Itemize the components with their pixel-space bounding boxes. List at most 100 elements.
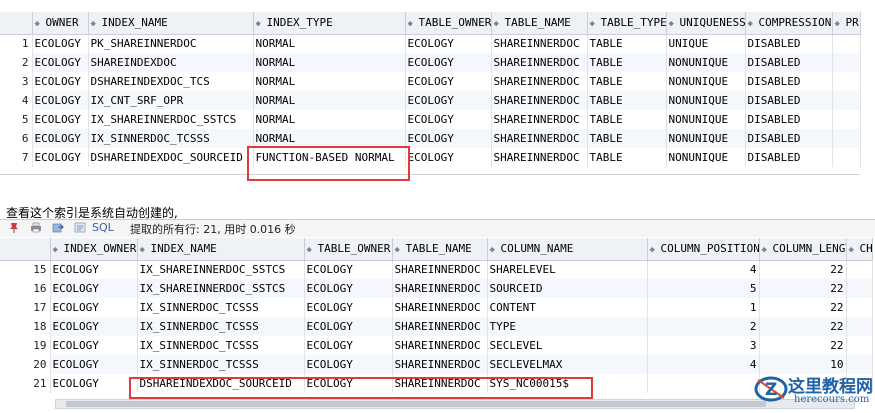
table-cell[interactable]: 5	[647, 279, 760, 298]
table-cell[interactable]: IX_SINNERDOC_TCSSS	[137, 317, 305, 336]
table-cell[interactable]: IX_CNT_SRF_OPR	[88, 91, 254, 110]
table-cell[interactable]: IX_SHAREINNERDOC_SSTCS	[88, 110, 254, 129]
table-cell[interactable]: PK_SHAREINNERDOC	[88, 34, 254, 53]
table-cell[interactable]: SHAREINNERDOC	[392, 298, 488, 317]
column-sort-icon[interactable]: ◆	[91, 19, 99, 29]
table-cell[interactable]	[846, 298, 873, 317]
column-sort-icon[interactable]: ◆	[256, 19, 264, 29]
table-cell[interactable]: NONUNIQUE	[666, 148, 746, 167]
column-header-pr[interactable]: ◆ PR	[832, 12, 861, 35]
column-sort-icon[interactable]: ◆	[395, 245, 403, 255]
table-row[interactable]: 20 ECOLOGY IX_SINNERDOC_TCSSS ECOLOGY SHAREI…	[0, 355, 873, 374]
table-cell[interactable]	[832, 148, 861, 167]
table-cell[interactable]: NORMAL	[253, 91, 406, 110]
table-cell[interactable]: IX_SHAREINNERDOC_SSTCS	[137, 260, 305, 279]
table-cell[interactable]: ECOLOGY	[32, 72, 89, 91]
column-header-table-name[interactable]: ◆ TABLE_NAME	[491, 12, 588, 35]
table-cell[interactable]	[846, 336, 873, 355]
table-cell[interactable]: 22	[759, 298, 847, 317]
table-cell[interactable]: ECOLOGY	[50, 298, 138, 317]
table-cell[interactable]: SHARELEVEL	[487, 260, 648, 279]
table-cell[interactable]: ECOLOGY	[32, 110, 89, 129]
table-cell[interactable]	[832, 129, 861, 148]
table-cell[interactable]: NORMAL	[253, 34, 406, 53]
index-results-grid[interactable]: ◆ OWNER ◆ INDEX_NAME ◆ INDEX_TYPE ◆ TABLE_OWNER…	[0, 12, 861, 167]
table-cell[interactable]: DISABLED	[745, 53, 833, 72]
column-header-owner[interactable]: ◆ OWNER	[32, 12, 89, 35]
table-cell[interactable]: IX_SINNERDOC_TCSSS	[88, 129, 254, 148]
column-header-index-name[interactable]: ◆ INDEX_NAME	[137, 238, 305, 261]
table-cell[interactable]: SHAREINNERDOC	[491, 110, 588, 129]
column-header-index-name[interactable]: ◆ INDEX_NAME	[88, 12, 254, 35]
column-sort-icon[interactable]: ◆	[490, 245, 498, 255]
table-row[interactable]: 17 ECOLOGY IX_SINNERDOC_TCSSS ECOLOGY SHAREI…	[0, 298, 873, 317]
table-cell[interactable]: ECOLOGY	[50, 260, 138, 279]
column-sort-icon[interactable]: ◆	[762, 245, 770, 255]
table-cell[interactable]: CONTENT	[487, 298, 648, 317]
table-cell[interactable]: ECOLOGY	[50, 374, 138, 393]
table-cell[interactable]: 22	[759, 260, 847, 279]
table-cell[interactable]: SHAREINNERDOC	[392, 279, 488, 298]
table-cell[interactable]: DISABLED	[745, 129, 833, 148]
table-row[interactable]: 4 ECOLOGY IX_CNT_SRF_OPR NORMAL ECOLOGY SHARE…	[0, 91, 861, 110]
table-cell[interactable]: ECOLOGY	[304, 336, 393, 355]
table-cell[interactable]: TABLE	[587, 148, 667, 167]
column-header-column-position[interactable]: ◆ COLUMN_POSITION	[647, 238, 760, 261]
table-cell[interactable]: SHAREINNERDOC	[491, 148, 588, 167]
table-cell[interactable]: ECOLOGY	[405, 110, 492, 129]
table-cell[interactable]: IX_SHAREINNERDOC_SSTCS	[137, 279, 305, 298]
table-cell[interactable]: NORMAL	[253, 72, 406, 91]
table-cell[interactable]: NONUNIQUE	[666, 110, 746, 129]
table-cell[interactable]: ECOLOGY	[405, 91, 492, 110]
pin-icon[interactable]	[8, 222, 20, 233]
table-cell[interactable]: SECLEVEL	[487, 336, 648, 355]
column-sort-icon[interactable]: ◆	[590, 19, 598, 29]
scrollbar-thumb[interactable]	[66, 401, 766, 407]
column-header-table-name[interactable]: ◆ TABLE_NAME	[392, 238, 488, 261]
table-cell[interactable]: ECOLOGY	[32, 129, 89, 148]
table-cell[interactable]	[832, 34, 861, 53]
sql-icon[interactable]	[74, 222, 86, 233]
table-cell[interactable]: ECOLOGY	[304, 260, 393, 279]
table-cell[interactable]: SHAREINNERDOC	[392, 260, 488, 279]
table-cell[interactable]: SOURCEID	[487, 279, 648, 298]
table-cell[interactable]: ECOLOGY	[32, 53, 89, 72]
table-cell[interactable]: ECOLOGY	[32, 148, 89, 167]
table-cell[interactable]: DISABLED	[745, 72, 833, 91]
table-row[interactable]: 15 ECOLOGY IX_SHAREINNERDOC_SSTCS ECOLOGY SH…	[0, 260, 873, 279]
table-cell[interactable]: ECOLOGY	[50, 336, 138, 355]
column-sort-icon[interactable]: ◆	[53, 245, 61, 255]
table-cell[interactable]: IX_SINNERDOC_TCSSS	[137, 336, 305, 355]
table-cell[interactable]: TABLE	[587, 53, 667, 72]
column-sort-icon[interactable]: ◆	[650, 245, 658, 255]
table-cell[interactable]: 22	[759, 336, 847, 355]
table-cell[interactable]: NONUNIQUE	[666, 129, 746, 148]
table-cell[interactable]: SECLEVELMAX	[487, 355, 648, 374]
table-row[interactable]: 5 ECOLOGY IX_SHAREINNERDOC_SSTCS NORMAL ECOL…	[0, 110, 861, 129]
table-cell[interactable]: TABLE	[587, 72, 667, 91]
table-cell[interactable]: ECOLOGY	[405, 129, 492, 148]
table-cell[interactable]: SHAREINNERDOC	[491, 129, 588, 148]
table-cell[interactable]: ECOLOGY	[32, 34, 89, 53]
table-cell[interactable]: 4	[647, 260, 760, 279]
table-cell[interactable]: NONUNIQUE	[666, 53, 746, 72]
column-header-table-owner[interactable]: ◆ TABLE_OWNER	[304, 238, 393, 261]
table-cell[interactable]: SHAREINNERDOC	[491, 91, 588, 110]
table-cell[interactable]: ECOLOGY	[405, 34, 492, 53]
column-header-column-name[interactable]: ◆ COLUMN_NAME	[487, 238, 648, 261]
table-cell[interactable]: ECOLOGY	[304, 317, 393, 336]
table-cell[interactable]: DISABLED	[745, 34, 833, 53]
table-cell[interactable]	[832, 72, 861, 91]
table-row[interactable]: 18 ECOLOGY IX_SINNERDOC_TCSSS ECOLOGY SHAREI…	[0, 317, 873, 336]
table-cell[interactable]	[647, 374, 760, 393]
table-cell[interactable]: IX_SINNERDOC_TCSSS	[137, 298, 305, 317]
table-row[interactable]: 3 ECOLOGY DSHAREINDEXDOC_TCS NORMAL ECOLOGY S…	[0, 72, 861, 91]
table-cell[interactable]: DISABLED	[745, 148, 833, 167]
table-cell[interactable]: NONUNIQUE	[666, 91, 746, 110]
table-cell[interactable]: NORMAL	[253, 110, 406, 129]
column-sort-icon[interactable]: ◆	[835, 19, 843, 29]
table-cell[interactable]	[846, 260, 873, 279]
table-cell[interactable]: ECOLOGY	[50, 279, 138, 298]
table-cell[interactable]: SHAREINNERDOC	[491, 53, 588, 72]
table-cell[interactable]: TABLE	[587, 129, 667, 148]
